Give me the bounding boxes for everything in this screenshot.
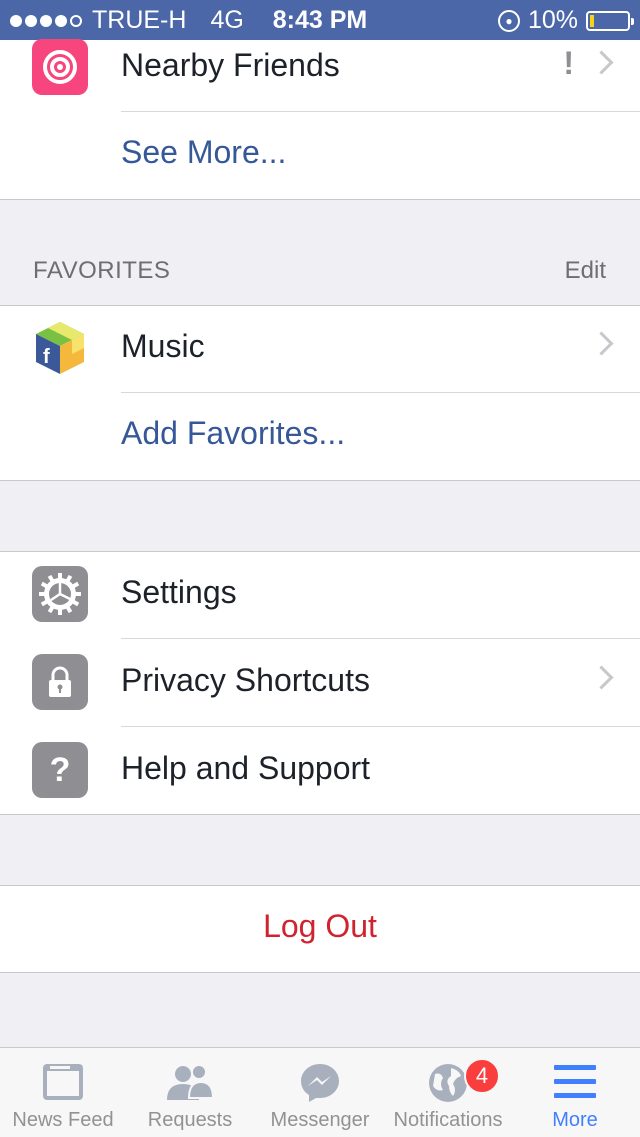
add-favorites-link[interactable]: Add Favorites... xyxy=(121,415,345,452)
favorites-edit-button[interactable]: Edit xyxy=(565,257,606,285)
section-divider xyxy=(0,814,640,815)
music-label: Music xyxy=(121,328,205,364)
gear-icon xyxy=(32,566,88,622)
see-more-row[interactable]: See More... xyxy=(0,112,640,199)
news-feed-icon xyxy=(41,1062,85,1108)
tab-more[interactable]: More xyxy=(510,1048,640,1137)
privacy-shortcuts-row[interactable]: Privacy Shortcuts xyxy=(0,640,640,727)
section-divider xyxy=(0,199,640,200)
favorites-section: f Music Add Favorites... xyxy=(0,306,640,480)
favorites-header: FAVORITES xyxy=(33,257,171,284)
chevron-right-icon xyxy=(589,665,614,690)
friend-requests-icon xyxy=(165,1062,215,1108)
add-favorites-row[interactable]: Add Favorites... xyxy=(0,393,640,480)
tab-news-feed[interactable]: News Feed xyxy=(0,1048,126,1137)
tab-notifications[interactable]: 4 Notifications xyxy=(386,1048,510,1137)
music-row[interactable]: f Music xyxy=(0,306,640,393)
tab-label: More xyxy=(552,1109,598,1131)
svg-text:f: f xyxy=(43,346,50,368)
question-icon: ? xyxy=(32,742,88,798)
menu-icon xyxy=(554,1065,596,1105)
target-icon xyxy=(32,39,88,95)
nearby-friends-label: Nearby Friends xyxy=(121,47,340,83)
chevron-right-icon xyxy=(589,50,614,75)
log-out-button[interactable]: Log Out xyxy=(0,908,640,945)
section-divider xyxy=(0,480,640,481)
divider xyxy=(121,726,640,727)
tab-label: Requests xyxy=(147,1109,233,1131)
settings-label: Settings xyxy=(121,574,237,610)
messenger-icon xyxy=(299,1062,341,1110)
top-menu-section: Nearby Friends ! See More... xyxy=(0,39,640,199)
chevron-right-icon xyxy=(589,331,614,356)
settings-section: Settings Privacy Shortcuts ? Help and Su… xyxy=(0,552,640,814)
alert-icon: ! xyxy=(563,45,574,81)
privacy-shortcuts-label: Privacy Shortcuts xyxy=(121,662,370,698)
facebook-app-cube-icon: f xyxy=(32,320,88,376)
tab-requests[interactable]: Requests xyxy=(126,1048,254,1137)
section-divider xyxy=(0,972,640,973)
tab-messenger[interactable]: Messenger xyxy=(254,1048,386,1137)
tab-bar: News Feed Requests Messenger 4 Notificat… xyxy=(0,1047,640,1137)
tab-label: News Feed xyxy=(12,1109,114,1131)
tab-label: Notifications xyxy=(393,1109,503,1131)
tab-label: Messenger xyxy=(270,1109,370,1131)
help-support-label: Help and Support xyxy=(121,750,371,786)
nearby-friends-row[interactable]: Nearby Friends ! xyxy=(0,25,640,112)
see-more-link[interactable]: See More... xyxy=(121,134,286,171)
notification-badge: 4 xyxy=(464,1058,500,1094)
divider xyxy=(121,638,640,639)
lock-icon xyxy=(32,654,88,710)
globe-icon xyxy=(427,1062,469,1110)
logout-section: Log Out xyxy=(0,886,640,972)
settings-row[interactable]: Settings xyxy=(0,552,640,639)
help-support-row[interactable]: ? Help and Support xyxy=(0,728,640,815)
